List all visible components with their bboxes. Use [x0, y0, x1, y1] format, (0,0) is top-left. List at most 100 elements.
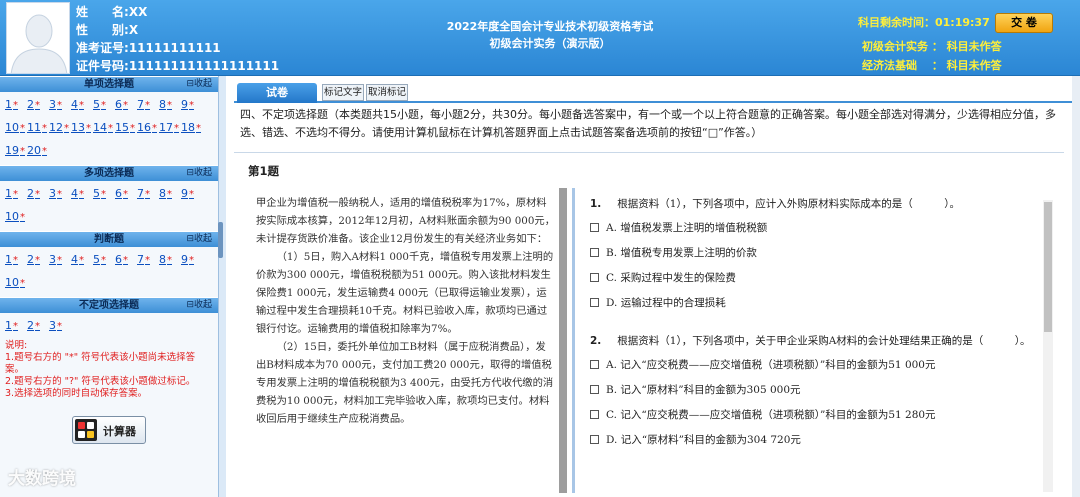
- tab-paper[interactable]: 试卷: [237, 83, 317, 103]
- answer-option[interactable]: B. 增值税专用发票上注明的价款: [590, 244, 1040, 269]
- unmark-button[interactable]: 取消标记: [366, 84, 408, 101]
- question-link[interactable]: 3*: [49, 315, 71, 338]
- calculator-label: 计算器: [103, 425, 136, 438]
- question-link[interactable]: 8*: [159, 249, 181, 272]
- question-link[interactable]: 4*: [71, 249, 93, 272]
- option-checkbox[interactable]: [590, 298, 599, 307]
- question-number: 1: [5, 253, 12, 266]
- question-number: 1: [5, 319, 12, 332]
- question-link[interactable]: 19*: [5, 140, 27, 163]
- question-link[interactable]: 10*: [5, 272, 27, 295]
- answer-option[interactable]: D. 记入“原材料”科目的金额为304 720元: [590, 431, 1040, 456]
- option-checkbox[interactable]: [590, 385, 599, 394]
- question-link[interactable]: 9*: [181, 94, 203, 117]
- question-link[interactable]: 20*: [27, 140, 49, 163]
- question-number: 16: [137, 121, 151, 134]
- sidebar-collapse-handle[interactable]: [218, 222, 223, 258]
- unanswered-mark: *: [13, 100, 18, 111]
- question-number: 19: [5, 144, 19, 157]
- option-checkbox[interactable]: [590, 248, 599, 257]
- question-link[interactable]: 5*: [93, 249, 115, 272]
- subquestion-text: 根据资料（1），下列各项中，应计入外购原材料实际成本的是（ ）。: [617, 198, 960, 210]
- question-link[interactable]: 5*: [93, 94, 115, 117]
- exam-title-line1: 2022年度全国会计专业技术初级资格考试: [446, 20, 654, 33]
- gender-label: 性 别:: [76, 23, 129, 37]
- question-link[interactable]: 2*: [27, 183, 49, 206]
- answer-option[interactable]: A. 记入“应交税费——应交增值税（进项税额）”科目的金额为51 000元: [590, 356, 1040, 381]
- question-link[interactable]: 7*: [137, 183, 159, 206]
- question-link[interactable]: 15*: [115, 117, 137, 140]
- question-link[interactable]: 13*: [71, 117, 93, 140]
- question-link[interactable]: 16*: [137, 117, 159, 140]
- calculator-button[interactable]: 计算器: [72, 416, 146, 444]
- question-link[interactable]: 6*: [115, 183, 137, 206]
- question-link[interactable]: 1*: [5, 249, 27, 272]
- option-checkbox[interactable]: [590, 273, 599, 282]
- question-link[interactable]: 6*: [115, 249, 137, 272]
- unanswered-mark: *: [79, 255, 84, 266]
- submit-button[interactable]: 交 卷: [995, 13, 1053, 33]
- scrollbar-thumb[interactable]: [1044, 202, 1052, 332]
- question-link[interactable]: 2*: [27, 94, 49, 117]
- unanswered-mark: *: [86, 123, 91, 134]
- unanswered-mark: *: [101, 100, 106, 111]
- pane-divider[interactable]: [572, 188, 575, 493]
- name-label: 姓 名:: [76, 5, 129, 19]
- question-number: 4: [71, 253, 78, 266]
- unanswered-mark: *: [101, 255, 106, 266]
- answer-option[interactable]: A. 增值税发票上注明的增值税税额: [590, 219, 1040, 244]
- option-label: B. 记入“原材料”科目的金额为305 000元: [606, 384, 801, 396]
- question-link[interactable]: 2*: [27, 315, 49, 338]
- question-link[interactable]: 4*: [71, 94, 93, 117]
- option-label: A. 增值税发票上注明的增值税税额: [606, 222, 768, 234]
- answer-option[interactable]: B. 记入“原材料”科目的金额为305 000元: [590, 381, 1040, 406]
- question-number: 4: [71, 187, 78, 200]
- question-link[interactable]: 8*: [159, 183, 181, 206]
- collapse-button[interactable]: ⊟收起: [186, 166, 212, 181]
- option-checkbox[interactable]: [590, 435, 599, 444]
- question-link[interactable]: 3*: [49, 94, 71, 117]
- question-number: 7: [137, 253, 144, 266]
- question-link[interactable]: 5*: [93, 183, 115, 206]
- unanswered-mark: *: [35, 100, 40, 111]
- option-label: A. 记入“应交税费——应交增值税（进项税额）”科目的金额为51 000元: [606, 359, 936, 371]
- option-checkbox[interactable]: [590, 410, 599, 419]
- question-scrollbar[interactable]: [1043, 200, 1053, 492]
- option-checkbox[interactable]: [590, 360, 599, 369]
- question-link[interactable]: 18*: [181, 117, 203, 140]
- question-link[interactable]: 6*: [115, 94, 137, 117]
- collapse-button[interactable]: ⊟收起: [186, 77, 212, 92]
- answer-option[interactable]: C. 记入“应交税费——应交增值税（进项税额）”科目的金额为51 280元: [590, 406, 1040, 431]
- unanswered-mark: *: [13, 321, 18, 332]
- question-link[interactable]: 1*: [5, 183, 27, 206]
- paper-tabbar: 试卷 标记文字 取消标记: [234, 81, 1072, 103]
- question-link[interactable]: 10*: [5, 117, 27, 140]
- question-link[interactable]: 2*: [27, 249, 49, 272]
- question-link[interactable]: 3*: [49, 249, 71, 272]
- material-scrollbar[interactable]: [559, 188, 567, 493]
- unanswered-mark: *: [35, 189, 40, 200]
- question-link[interactable]: 17*: [159, 117, 181, 140]
- question-link[interactable]: 7*: [137, 94, 159, 117]
- question-link[interactable]: 8*: [159, 94, 181, 117]
- question-link[interactable]: 12*: [49, 117, 71, 140]
- question-link[interactable]: 3*: [49, 183, 71, 206]
- collapse-button[interactable]: ⊟收起: [186, 232, 212, 247]
- question-link[interactable]: 10*: [5, 206, 27, 229]
- note-unanswered: 1.题号右方的 "*" 符号代表该小题尚未选择答案。: [5, 352, 196, 375]
- question-number-grid: 1* 2* 3* 4* 5* 6* 7* 8* 9*10*: [0, 181, 218, 231]
- collapse-button[interactable]: ⊟收起: [186, 298, 212, 313]
- question-link[interactable]: 11*: [27, 117, 49, 140]
- question-link[interactable]: 14*: [93, 117, 115, 140]
- question-link[interactable]: 1*: [5, 94, 27, 117]
- question-number: 3: [49, 319, 56, 332]
- question-link[interactable]: 4*: [71, 183, 93, 206]
- mark-text-button[interactable]: 标记文字: [322, 84, 364, 101]
- option-checkbox[interactable]: [590, 223, 599, 232]
- question-link[interactable]: 9*: [181, 183, 203, 206]
- question-link[interactable]: 1*: [5, 315, 27, 338]
- answer-option[interactable]: C. 采购过程中发生的保险费: [590, 269, 1040, 294]
- question-link[interactable]: 7*: [137, 249, 159, 272]
- question-link[interactable]: 9*: [181, 249, 203, 272]
- answer-option[interactable]: D. 运输过程中的合理损耗: [590, 294, 1040, 319]
